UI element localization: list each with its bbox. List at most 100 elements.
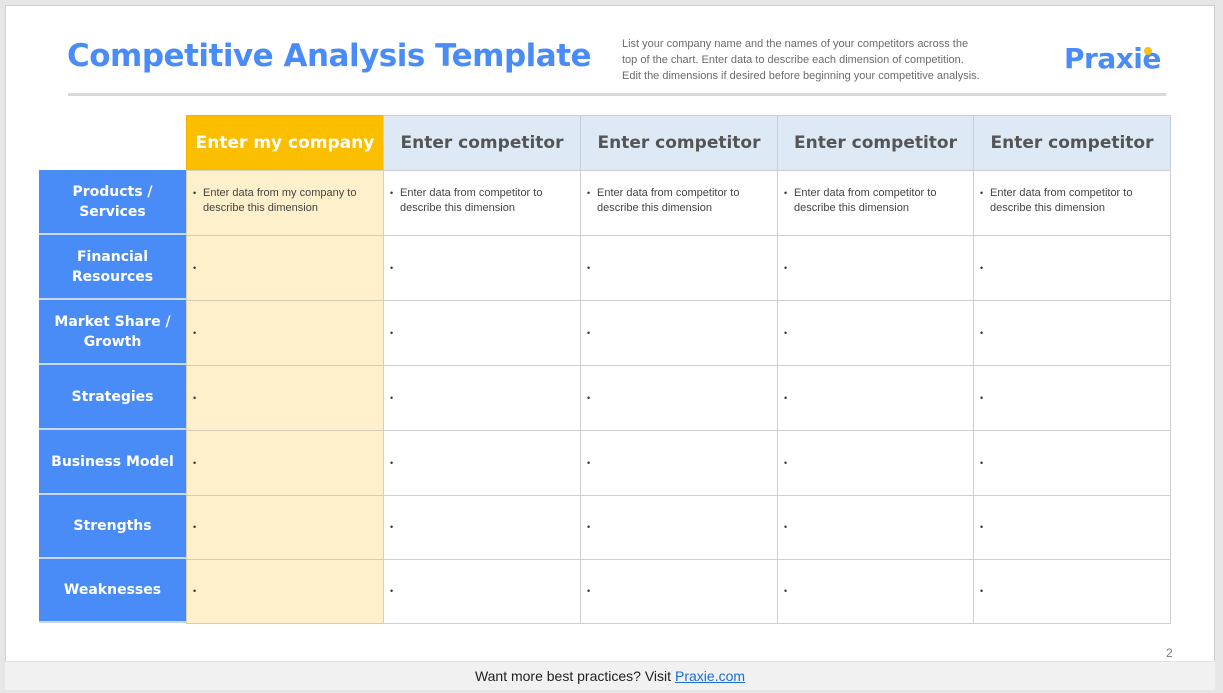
bullet-icon: • [390, 262, 394, 273]
competitive-analysis-table: Enter my company Enter competitor Enter co… [39, 115, 1171, 624]
bullet-item: • [784, 261, 794, 276]
bullet-item: • Enter data from competitor to describe … [980, 186, 1164, 216]
table-cell[interactable]: • [777, 559, 974, 624]
table-cell[interactable]: • Enter data from competitor to describe … [777, 170, 974, 236]
bullet-item: • [980, 520, 990, 535]
bullet-item: • [390, 584, 400, 599]
table-cell[interactable]: • [580, 430, 778, 496]
praxie-link[interactable]: Praxie.com [675, 668, 745, 684]
bullet-icon: • [587, 262, 591, 273]
bullet-icon: • [193, 457, 197, 468]
header-competitor[interactable]: Enter competitor [973, 115, 1171, 171]
bullet-icon: • [587, 392, 591, 403]
table-cell[interactable]: • Enter data from my company to describe … [186, 170, 384, 236]
bullet-item: • [193, 391, 203, 406]
header-competitor[interactable]: Enter competitor [580, 115, 778, 171]
bullet-item: • [193, 456, 203, 471]
bullet-item: • Enter data from competitor to describe … [390, 186, 574, 216]
header-competitor[interactable]: Enter competitor [777, 115, 974, 171]
table-cell[interactable]: • [383, 300, 581, 366]
dimension-label: Strategies [39, 365, 186, 430]
bullet-icon: • [587, 522, 591, 532]
bullet-item: • [587, 326, 597, 341]
bullet-item: • [784, 391, 794, 406]
cell-text: Enter data from competitor to describe t… [400, 187, 543, 214]
bullet-item: • Enter data from my company to describe … [193, 186, 377, 216]
table-cell[interactable]: • [973, 559, 1171, 624]
table-cell[interactable]: • [186, 430, 384, 496]
bullet-item: • [980, 261, 990, 276]
logo-dot-icon [1144, 47, 1152, 55]
table-cell[interactable]: • [580, 495, 778, 560]
table-cell[interactable]: • [973, 365, 1171, 431]
footer-text: Want more best practices? Visit [474, 668, 672, 684]
table-cell[interactable]: • [186, 300, 384, 366]
table-cell[interactable]: • Enter data from competitor to describe … [580, 170, 778, 236]
page-number: 2 [1166, 646, 1173, 660]
bullet-icon: • [980, 392, 984, 403]
table-cell[interactable]: • [777, 495, 974, 560]
bullet-icon: • [193, 188, 197, 198]
bullet-item: • [193, 520, 203, 535]
bullet-icon: • [784, 188, 788, 198]
bullet-item: • [587, 261, 597, 276]
bullet-icon: • [587, 188, 591, 198]
bullet-item: • [390, 520, 400, 535]
table-cell[interactable]: • [186, 559, 384, 624]
header-my-company[interactable]: Enter my company [186, 115, 384, 171]
bullet-icon: • [784, 586, 788, 596]
table-cell[interactable]: • [777, 365, 974, 431]
table-cell[interactable]: • [580, 235, 778, 301]
instructions-line: Edit the dimensions if desired before be… [622, 70, 980, 82]
bullet-item: • [784, 584, 794, 599]
bullet-item: • [390, 391, 400, 406]
instructions-text: List your company name and the names of … [622, 36, 1032, 84]
table-cell[interactable]: • [383, 495, 581, 560]
dimension-label: Market Share / Growth [39, 300, 186, 365]
bullet-icon: • [390, 327, 394, 338]
bullet-item: • [784, 456, 794, 471]
bullet-icon: • [980, 457, 984, 468]
table-cell[interactable]: • [580, 300, 778, 366]
dimension-label: Financial Resources [39, 235, 186, 300]
table-cell[interactable]: • [580, 559, 778, 624]
bullet-item: • [980, 391, 990, 406]
bullet-icon: • [980, 188, 984, 198]
bullet-icon: • [587, 586, 591, 596]
table-cell[interactable]: • [186, 365, 384, 431]
table-cell[interactable]: • [973, 430, 1171, 496]
table-cell[interactable]: • [383, 559, 581, 624]
table-cell[interactable]: • [777, 300, 974, 366]
page-title: Competitive Analysis Template [67, 38, 592, 74]
title-divider [68, 93, 1166, 96]
table-cell[interactable]: • [777, 235, 974, 301]
table-cell[interactable]: • [580, 365, 778, 431]
bullet-item: • [193, 326, 203, 341]
instructions-line: List your company name and the names of … [622, 38, 969, 50]
table-cell[interactable]: • [973, 495, 1171, 560]
table-cell[interactable]: • [383, 235, 581, 301]
bullet-item: • [390, 456, 400, 471]
cell-text: Enter data from my company to describe t… [203, 187, 357, 214]
bullet-icon: • [193, 522, 197, 532]
bullet-item: • [980, 456, 990, 471]
bullet-item: • [587, 456, 597, 471]
table-cell[interactable]: • [973, 300, 1171, 366]
table-cell[interactable]: • [186, 235, 384, 301]
table-cell[interactable]: • [383, 430, 581, 496]
table-cell[interactable]: • [973, 235, 1171, 301]
table-cell[interactable]: • [777, 430, 974, 496]
header-competitor[interactable]: Enter competitor [383, 115, 581, 171]
bullet-item: • [193, 261, 203, 276]
bullet-icon: • [390, 457, 394, 468]
table-cell[interactable]: • [186, 495, 384, 560]
bullet-icon: • [587, 327, 591, 338]
bullet-item: • [587, 584, 597, 599]
bullet-icon: • [784, 262, 788, 273]
table-cell[interactable]: • [383, 365, 581, 431]
bullet-item: • [980, 326, 990, 341]
table-cell[interactable]: • Enter data from competitor to describe … [973, 170, 1171, 236]
cell-text: Enter data from competitor to describe t… [794, 187, 937, 214]
dimension-label: Business Model [39, 430, 186, 495]
table-cell[interactable]: • Enter data from competitor to describe … [383, 170, 581, 236]
